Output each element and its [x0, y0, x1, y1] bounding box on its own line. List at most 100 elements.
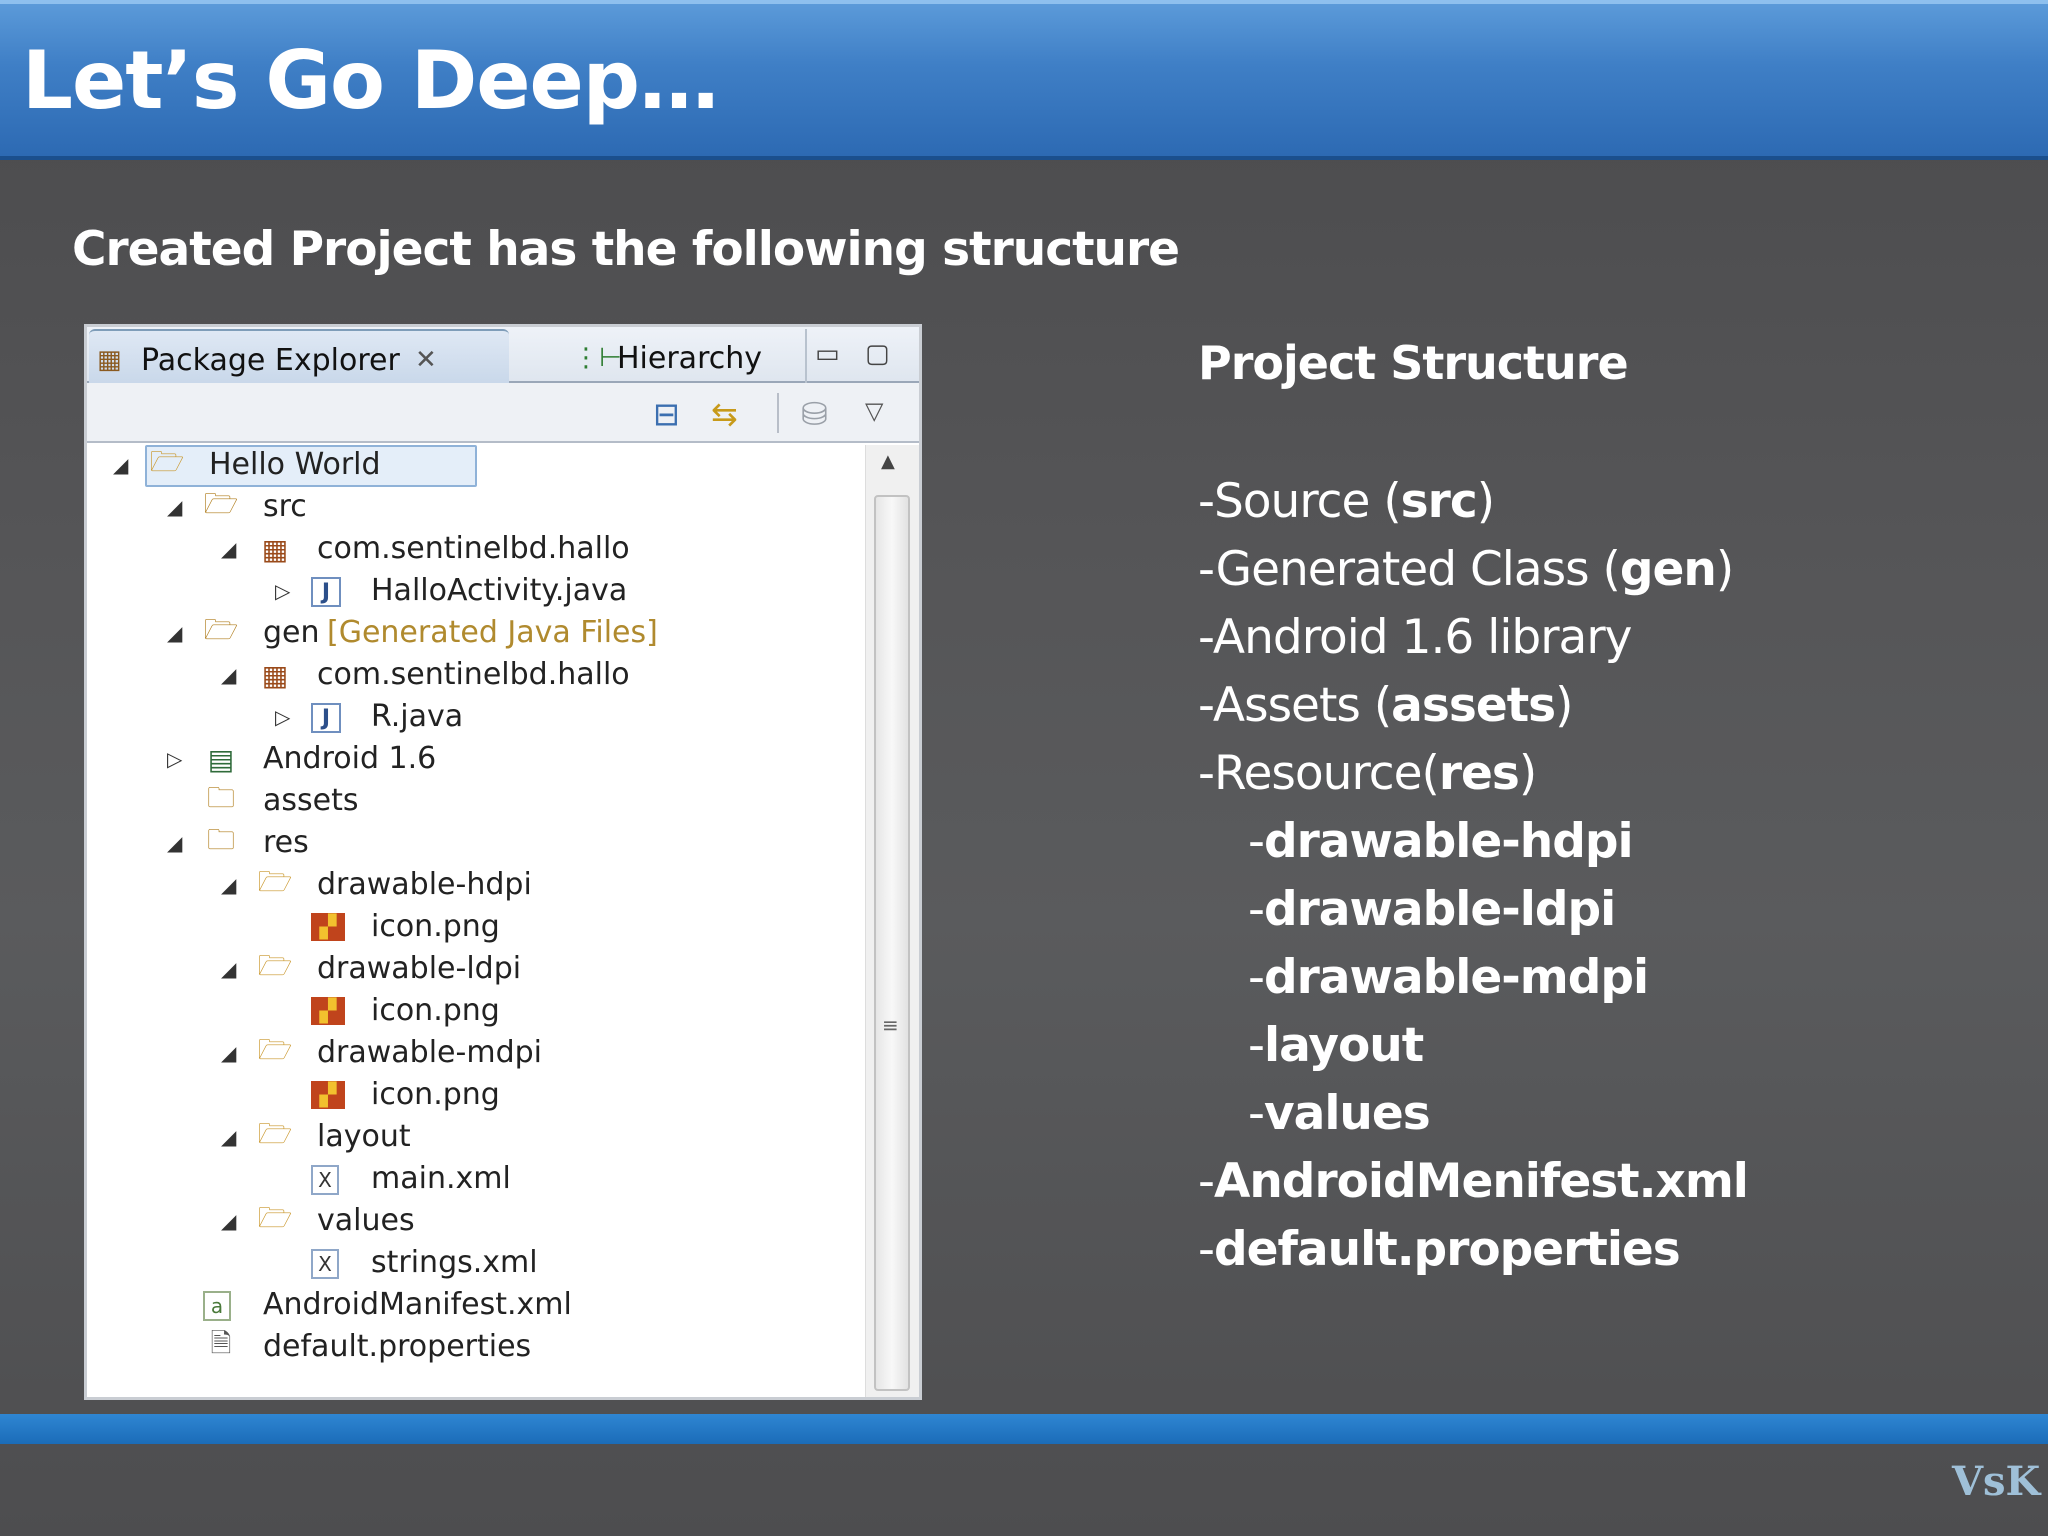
tab-hierarchy[interactable]: ⋮⊢ Hierarchy	[557, 329, 807, 383]
structure-item-values: -values	[1248, 1086, 1431, 1141]
tab-hierarchy-label: Hierarchy	[617, 341, 763, 376]
tree-item-android-library[interactable]: ▷ ▤ Android 1.6	[87, 739, 863, 779]
tree-item-label: assets	[263, 783, 359, 818]
tree-twisty[interactable]: ▷	[275, 579, 290, 603]
source-folder-icon: 🗁	[203, 487, 239, 520]
structure-item-manifest: -AndroidMenifest.xml	[1198, 1154, 1749, 1209]
folder-icon: 🗀	[206, 781, 235, 814]
tree-item-label: Hello World	[209, 447, 381, 482]
filter-icon[interactable]: ⛁	[801, 395, 828, 433]
close-tab-icon[interactable]: ✕	[415, 345, 437, 375]
project-folder-icon: 🗁	[149, 445, 185, 478]
scrollbar-thumb[interactable]: ≡	[874, 495, 910, 1391]
maximize-icon[interactable]: ▢	[865, 339, 890, 369]
structure-item-resource: -Resource(res)	[1198, 746, 1537, 801]
tree-item-label: icon.png	[371, 909, 500, 944]
structure-item-default-properties: -default.properties	[1198, 1222, 1681, 1277]
tree-twisty[interactable]: ◢	[221, 537, 236, 561]
slide-title: Let’s Go Deep…	[22, 34, 719, 127]
tree-item-layout[interactable]: ◢ 🗁 layout	[87, 1117, 863, 1157]
structure-item-android-lib: -Android 1.6 library	[1198, 610, 1632, 665]
tree-twisty[interactable]: ◢	[113, 453, 128, 477]
tree-twisty[interactable]: ◢	[221, 663, 236, 687]
link-with-editor-icon[interactable]: ⇆	[711, 395, 738, 433]
tree-item-gen[interactable]: ◢ 🗁 gen [Generated Java Files]	[87, 613, 863, 653]
tree-twisty[interactable]: ◢	[221, 1041, 236, 1065]
tab-package-explorer[interactable]: ▦ Package Explorer ✕	[89, 329, 509, 383]
tree-item-src[interactable]: ◢ 🗁 src	[87, 487, 863, 527]
tree-item-label: Android 1.6	[263, 741, 437, 776]
title-bar: Let’s Go Deep…	[0, 0, 2048, 160]
tree-item-label: gen	[263, 615, 320, 650]
tree-item-strings-xml[interactable]: X strings.xml	[87, 1243, 863, 1283]
tree-item-icon-png[interactable]: ▞ icon.png	[87, 907, 863, 947]
structure-item-generated: -Generated Class (gen)	[1198, 542, 1734, 597]
minimize-icon[interactable]: ▭	[815, 339, 840, 369]
tree-item-label: main.xml	[371, 1161, 511, 1196]
tree-twisty[interactable]: ◢	[167, 621, 182, 645]
tree-item-label: icon.png	[371, 1077, 500, 1112]
package-icon: ▦	[261, 658, 289, 692]
tree-twisty[interactable]: ▷	[275, 705, 290, 729]
package-explorer-icon: ▦	[97, 345, 122, 375]
tree-item-hello-world[interactable]: ◢ 🗁 Hello World	[87, 445, 863, 487]
bottom-accent-bar	[0, 1414, 2048, 1444]
image-file-icon: ▞	[311, 997, 345, 1025]
tree-item-icon-png[interactable]: ▞ icon.png	[87, 991, 863, 1031]
tree-item-package[interactable]: ◢ ▦ com.sentinelbd.hallo	[87, 529, 863, 569]
open-folder-icon: 🗁	[257, 865, 293, 898]
tree-item-label: drawable-hdpi	[317, 867, 532, 902]
java-file-icon: J	[311, 703, 341, 733]
tree-item-label: AndroidManifest.xml	[263, 1287, 572, 1322]
tree-item-values[interactable]: ◢ 🗁 values	[87, 1201, 863, 1241]
image-file-icon: ▞	[311, 1081, 345, 1109]
tree-item-decoration: [Generated Java Files]	[327, 615, 658, 650]
tree-item-label: src	[263, 489, 307, 524]
tree-item-icon-png[interactable]: ▞ icon.png	[87, 1075, 863, 1115]
tree-item-label: strings.xml	[371, 1245, 538, 1280]
library-icon: ▤	[207, 742, 235, 776]
structure-item-drawable-hdpi: -drawable-hdpi	[1248, 814, 1634, 869]
tree-twisty[interactable]: ◢	[221, 873, 236, 897]
tab-package-explorer-label: Package Explorer	[141, 343, 400, 378]
grip-icon: ≡	[882, 1013, 899, 1037]
view-toolbar: ⊟ ⇆ ⛁ ▽	[87, 383, 919, 443]
tree-item-label: values	[317, 1203, 415, 1238]
structure-item-assets: -Assets (assets)	[1198, 678, 1574, 733]
tree-scrollbar[interactable]: ▲ ≡	[865, 445, 919, 1397]
tree-item-label: R.java	[371, 699, 464, 734]
text-file-icon: 🗎	[210, 1329, 232, 1359]
scroll-up-icon[interactable]: ▲	[881, 451, 895, 472]
tree-item-package[interactable]: ◢ ▦ com.sentinelbd.hallo	[87, 655, 863, 695]
open-folder-icon: 🗁	[257, 949, 293, 982]
tree-item-res[interactable]: ◢ 🗀 res	[87, 823, 863, 863]
tree-twisty[interactable]: ◢	[221, 1209, 236, 1233]
tree-item-drawable-ldpi[interactable]: ◢ 🗁 drawable-ldpi	[87, 949, 863, 989]
slide-subtitle: Created Project has the following struct…	[72, 222, 1180, 277]
hierarchy-icon: ⋮⊢	[573, 343, 622, 373]
tree-twisty[interactable]: ▷	[167, 747, 182, 771]
tree-item-default-properties[interactable]: 🗎 default.properties	[87, 1327, 863, 1367]
tree-item-drawable-hdpi[interactable]: ◢ 🗁 drawable-hdpi	[87, 865, 863, 905]
tree-twisty[interactable]: ◢	[221, 957, 236, 981]
structure-item-layout: -layout	[1248, 1018, 1424, 1073]
view-menu-icon[interactable]: ▽	[865, 397, 883, 425]
tree-item-label: layout	[317, 1119, 411, 1154]
tree-item-drawable-mdpi[interactable]: ◢ 🗁 drawable-mdpi	[87, 1033, 863, 1073]
open-folder-icon: 🗁	[257, 1117, 293, 1150]
tree-item-assets[interactable]: 🗀 assets	[87, 781, 863, 821]
tree-twisty[interactable]: ◢	[221, 1125, 236, 1149]
collapse-all-icon[interactable]: ⊟	[653, 395, 680, 433]
project-tree: ◢ 🗁 Hello World ◢ 🗁 src ◢ ▦ com.sentinel…	[87, 445, 863, 1397]
tree-item-label: default.properties	[263, 1329, 532, 1364]
tree-item-halloactivity[interactable]: ▷ J HalloActivity.java	[87, 571, 863, 611]
tree-twisty[interactable]: ◢	[167, 495, 182, 519]
structure-item-drawable-ldpi: -drawable-ldpi	[1248, 882, 1616, 937]
tree-twisty[interactable]: ◢	[167, 831, 182, 855]
java-file-icon: J	[311, 577, 341, 607]
tree-item-android-manifest[interactable]: a AndroidManifest.xml	[87, 1285, 863, 1325]
tree-item-main-xml[interactable]: X main.xml	[87, 1159, 863, 1199]
structure-item-source: -Source (src)	[1198, 474, 1495, 529]
tree-item-rjava[interactable]: ▷ J R.java	[87, 697, 863, 737]
xml-file-icon: X	[311, 1165, 339, 1195]
